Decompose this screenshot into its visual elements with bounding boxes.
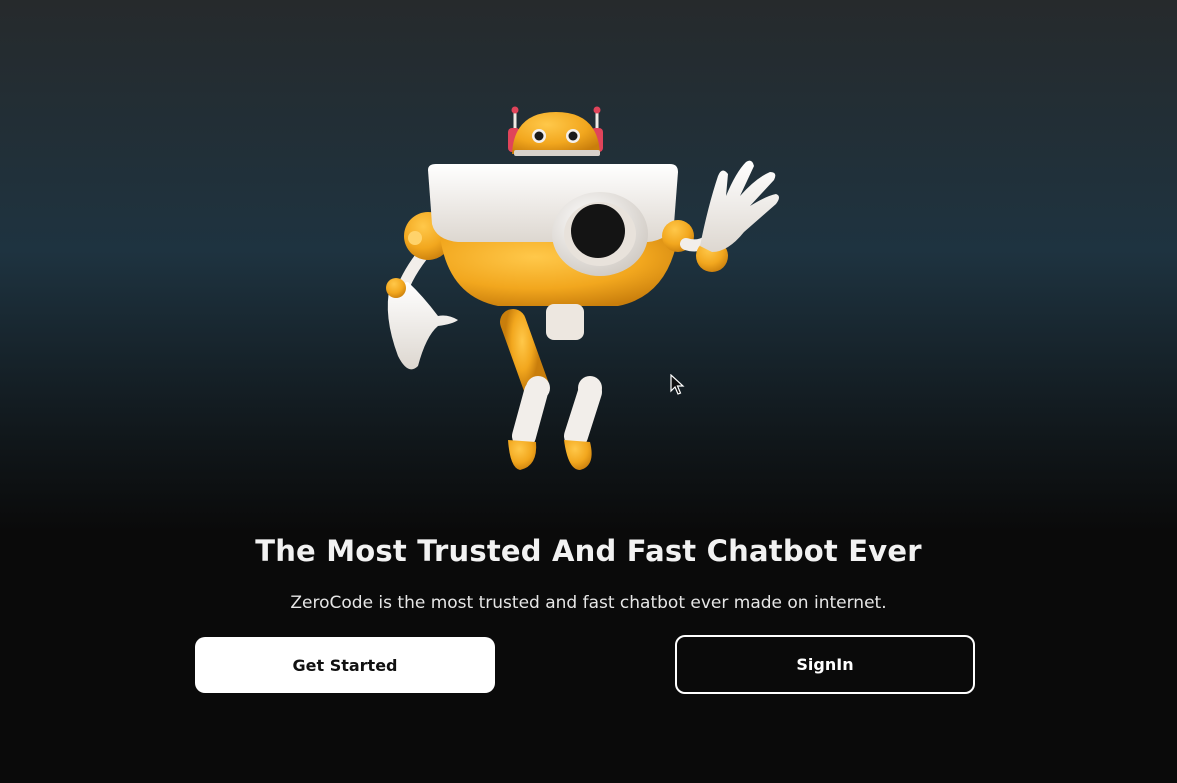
- mouse-cursor-icon: [670, 374, 685, 395]
- hero-subtitle: ZeroCode is the most trusted and fast ch…: [290, 593, 887, 613]
- get-started-button[interactable]: Get Started: [195, 637, 495, 693]
- robot-mascot-icon: [386, 106, 779, 470]
- robot-body: [428, 164, 678, 340]
- robot-right-arm: [662, 160, 779, 272]
- sign-in-button[interactable]: SignIn: [675, 635, 975, 694]
- robot-head: [508, 106, 603, 156]
- robot-legs: [500, 309, 603, 470]
- hero-title: The Most Trusted And Fast Chatbot Ever: [255, 534, 922, 568]
